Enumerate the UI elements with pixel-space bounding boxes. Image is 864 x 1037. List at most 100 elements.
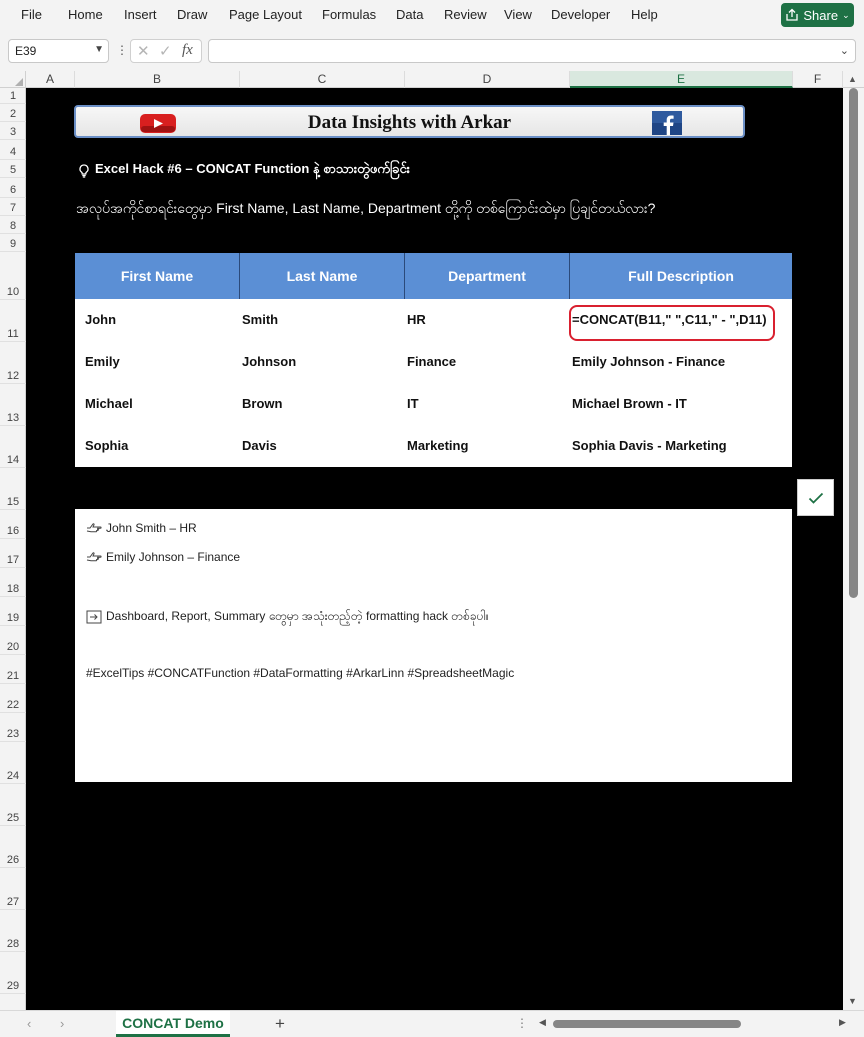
row-header[interactable]: 12 — [0, 342, 26, 384]
row-header[interactable]: 11 — [0, 300, 26, 342]
menu-bar: File Home Insert Draw Page Layout Formul… — [0, 0, 864, 31]
add-sheet-icon[interactable]: + — [275, 1014, 285, 1034]
table-cell[interactable]: Johnson — [242, 354, 296, 369]
scroll-up-icon[interactable]: ▲ — [848, 74, 857, 84]
row-header[interactable]: 8 — [0, 216, 26, 234]
menu-developer[interactable]: Developer — [551, 7, 610, 22]
row-header[interactable]: 10 — [0, 252, 26, 300]
cancel-icon[interactable]: ✕ — [137, 42, 150, 60]
column-header-c[interactable]: C — [240, 71, 405, 88]
row-header[interactable]: 1 — [0, 88, 26, 104]
share-button[interactable]: Share ⌄ — [781, 3, 854, 27]
hack-title: Excel Hack #6 – CONCAT Function နဲ့ စာသာ… — [78, 161, 410, 180]
row-header[interactable]: 19 — [0, 597, 26, 626]
menu-file[interactable]: File — [21, 7, 42, 22]
more-options-icon[interactable]: ⋮ — [116, 43, 128, 57]
menu-page-layout[interactable]: Page Layout — [229, 7, 302, 22]
table-cell[interactable]: Emily Johnson - Finance — [572, 354, 725, 369]
row-header[interactable]: 16 — [0, 510, 26, 539]
row-header[interactable]: 28 — [0, 910, 26, 952]
row-header[interactable]: 23 — [0, 713, 26, 742]
table-cell[interactable]: Brown — [242, 396, 282, 411]
table-header-cell[interactable]: Full Description — [570, 253, 792, 299]
vertical-scrollbar[interactable]: ▲ ▼ — [843, 74, 864, 1010]
horizontal-scroll-thumb[interactable] — [553, 1020, 741, 1028]
example-text: John Smith – HR — [106, 521, 197, 535]
table-cell[interactable]: Finance — [407, 354, 456, 369]
tip-note: Dashboard, Report, Summary တွေမှာ အသုံးတ… — [86, 608, 489, 626]
menu-home[interactable]: Home — [68, 7, 103, 22]
row-header[interactable]: 5 — [0, 160, 26, 178]
row-header[interactable]: 29 — [0, 952, 26, 994]
table-header-cell[interactable]: First Name — [75, 253, 240, 299]
sheet-tab-concat-demo[interactable]: CONCAT Demo — [116, 1011, 230, 1037]
hashtags: #ExcelTips #CONCATFunction #DataFormatti… — [86, 666, 514, 680]
row-header[interactable]: 26 — [0, 826, 26, 868]
row-header[interactable]: 18 — [0, 568, 26, 597]
table-cell[interactable]: Davis — [242, 438, 277, 453]
enter-check-icon[interactable]: ✓ — [159, 42, 172, 60]
row-header[interactable]: 25 — [0, 784, 26, 826]
row-header[interactable]: 17 — [0, 539, 26, 568]
row-header[interactable]: 2 — [0, 104, 26, 122]
row-header[interactable]: 20 — [0, 626, 26, 655]
insert-function-icon[interactable]: fx — [182, 42, 193, 59]
table-header-cell[interactable]: Last Name — [240, 253, 405, 299]
row-header[interactable]: 24 — [0, 742, 26, 784]
scroll-right-icon[interactable]: ▶ — [839, 1017, 846, 1028]
row-header[interactable]: 13 — [0, 384, 26, 426]
column-header-d[interactable]: D — [405, 71, 570, 88]
row-header[interactable]: 9 — [0, 234, 26, 252]
table-cell[interactable]: Emily — [85, 354, 120, 369]
scroll-down-icon[interactable]: ▼ — [848, 996, 857, 1006]
table-cell[interactable]: Michael — [85, 396, 133, 411]
menu-draw[interactable]: Draw — [177, 7, 207, 22]
table-body: John Smith HR =CONCAT(B11," ",C11," - ",… — [75, 299, 792, 467]
table-cell[interactable]: Sophia — [85, 438, 128, 453]
table-cell[interactable]: Marketing — [407, 438, 468, 453]
table-cell[interactable]: John — [85, 312, 116, 327]
row-header[interactable]: 7 — [0, 198, 26, 216]
menu-data[interactable]: Data — [396, 7, 423, 22]
row-header[interactable]: 6 — [0, 178, 26, 198]
chevron-right-icon[interactable]: › — [60, 1016, 64, 1031]
menu-review[interactable]: Review — [444, 7, 487, 22]
more-options-icon[interactable]: ⋮ — [516, 1016, 528, 1030]
row-header[interactable]: 15 — [0, 468, 26, 510]
worksheet-grid[interactable]: Data Insights with Arkar Excel Hack #6 –… — [26, 88, 843, 1010]
arrow-box-icon — [86, 610, 102, 624]
row-header[interactable]: 3 — [0, 122, 26, 140]
row-header[interactable]: 22 — [0, 684, 26, 713]
horizontal-scrollbar[interactable]: ◀ ▶ — [537, 1017, 850, 1030]
row-header[interactable]: 14 — [0, 426, 26, 468]
table-cell[interactable]: IT — [407, 396, 419, 411]
column-header-b[interactable]: B — [75, 71, 240, 88]
expand-formula-icon[interactable]: ⌄ — [840, 44, 849, 57]
menu-view[interactable]: View — [504, 7, 532, 22]
table-cell[interactable]: Michael Brown - IT — [572, 396, 687, 411]
row-header[interactable]: 21 — [0, 655, 26, 684]
hack-title-text: Excel Hack #6 – CONCAT Function နဲ့ စာသာ… — [95, 161, 410, 176]
checkmark-icon — [808, 492, 823, 504]
column-header-a[interactable]: A — [26, 71, 75, 88]
select-all-corner[interactable] — [0, 71, 26, 88]
formula-cell[interactable]: =CONCAT(B11," ",C11," - ",D11) — [572, 312, 767, 327]
chevron-down-icon[interactable]: ▼ — [94, 44, 104, 55]
row-header[interactable]: 4 — [0, 140, 26, 160]
column-header-e[interactable]: E — [570, 71, 793, 88]
vertical-scroll-thumb[interactable] — [849, 88, 858, 598]
table-cell[interactable]: Sophia Davis - Marketing — [572, 438, 727, 453]
name-box[interactable]: E39 ▼ — [8, 39, 109, 63]
formula-input[interactable]: ⌄ — [208, 39, 856, 63]
table-header-cell[interactable]: Department — [405, 253, 570, 299]
table-cell[interactable]: Smith — [242, 312, 278, 327]
row-header[interactable]: 27 — [0, 868, 26, 910]
table-cell[interactable]: HR — [407, 312, 426, 327]
share-icon — [786, 8, 799, 21]
menu-formulas[interactable]: Formulas — [322, 7, 376, 22]
chevron-left-icon[interactable]: ‹ — [27, 1016, 31, 1031]
scroll-left-icon[interactable]: ◀ — [539, 1017, 546, 1028]
column-header-f[interactable]: F — [793, 71, 843, 88]
menu-insert[interactable]: Insert — [124, 7, 157, 22]
menu-help[interactable]: Help — [631, 7, 658, 22]
